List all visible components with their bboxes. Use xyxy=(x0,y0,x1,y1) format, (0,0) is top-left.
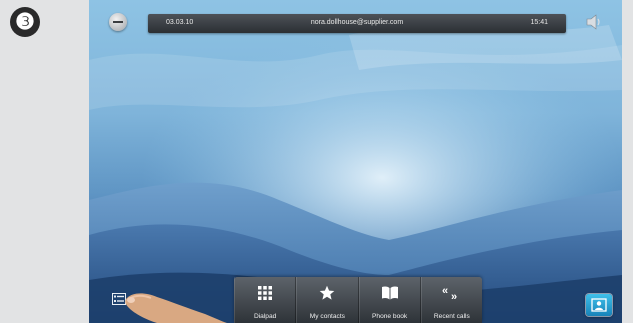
svg-text:»: » xyxy=(451,291,457,301)
status-time: 15:41 xyxy=(530,19,548,26)
dialpad-icon xyxy=(258,286,273,300)
recent-calls-icon: « » xyxy=(442,285,457,301)
bottom-dock: Dialpad My contacts Phone book « » Recen… xyxy=(234,277,482,323)
status-user-address: nora.dollhouse@supplier.com xyxy=(310,19,404,26)
star-icon xyxy=(320,285,335,300)
dock-label-my-contacts: My contacts xyxy=(309,313,345,320)
contact-card-button[interactable] xyxy=(586,294,612,316)
dock-item-dialpad[interactable]: Dialpad xyxy=(234,277,297,323)
step-number-badge: ❸ xyxy=(10,7,40,37)
dock-item-my-contacts[interactable]: My contacts xyxy=(296,277,359,323)
touch-screen: 03.03.10 nora.dollhouse@supplier.com 15:… xyxy=(89,0,622,323)
book-icon xyxy=(381,286,398,300)
speaker-icon[interactable] xyxy=(586,14,604,30)
svg-text:«: « xyxy=(442,285,448,297)
dock-label-dialpad: Dialpad xyxy=(253,313,277,320)
dock-item-phone-book[interactable]: Phone book xyxy=(358,277,421,323)
dock-label-recent-calls: Recent calls xyxy=(433,313,470,320)
dock-item-recent-calls[interactable]: « » Recent calls xyxy=(420,277,482,323)
pointing-finger xyxy=(125,293,227,323)
dock-label-phone-book: Phone book xyxy=(372,313,408,320)
sky-mountain-wallpaper xyxy=(89,0,622,323)
status-bar: 03.03.10 nora.dollhouse@supplier.com 15:… xyxy=(148,14,566,33)
contact-card-icon xyxy=(591,298,607,312)
minus-circle-icon[interactable] xyxy=(109,13,127,31)
